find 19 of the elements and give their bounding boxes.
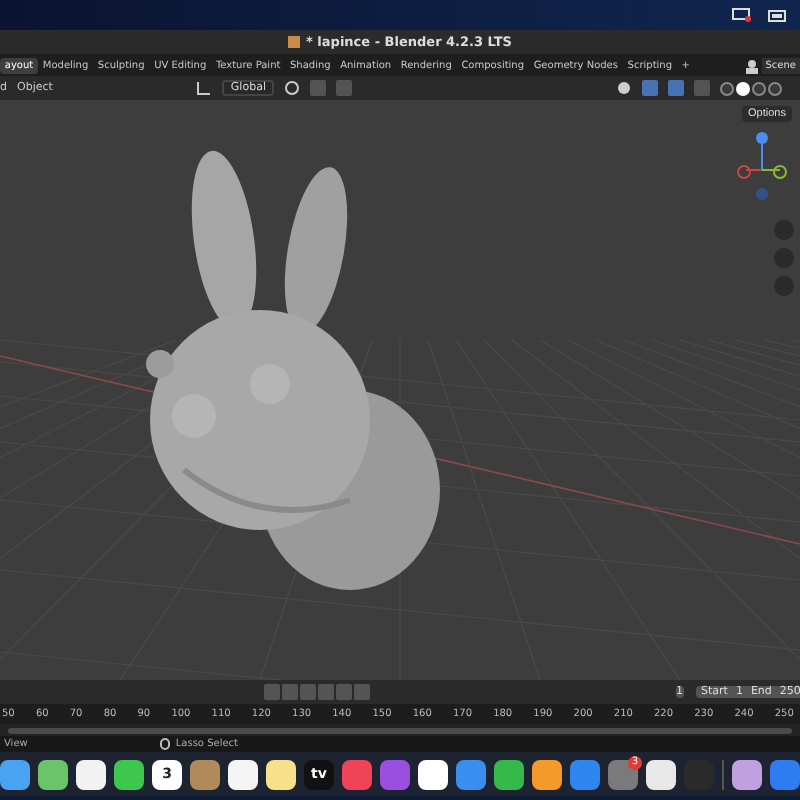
battery-icon[interactable]: [768, 9, 788, 21]
dock-app-icon[interactable]: [418, 759, 448, 789]
dock-app-icon[interactable]: [266, 759, 296, 789]
scene-icon[interactable]: [743, 57, 762, 73]
dock-app-icon[interactable]: [532, 759, 562, 789]
dock-app-icon[interactable]: [494, 759, 524, 789]
dock-app-icon[interactable]: [646, 759, 676, 789]
dock-app-icon[interactable]: [38, 759, 68, 789]
dock-app-icon[interactable]: [76, 759, 106, 789]
dock-app-icon[interactable]: [114, 759, 144, 789]
mouse-icon: [159, 738, 170, 750]
dock-app-icon[interactable]: [0, 759, 30, 789]
axes-icon[interactable]: [196, 80, 213, 96]
dock-app-icon[interactable]: [732, 759, 762, 789]
pivot-icon[interactable]: [283, 80, 300, 96]
timeline-scrollbar[interactable]: [8, 727, 792, 733]
dock-app-icon[interactable]: [228, 759, 258, 789]
screen-record-icon[interactable]: [732, 8, 752, 22]
visibility-icon[interactable]: [616, 80, 632, 96]
